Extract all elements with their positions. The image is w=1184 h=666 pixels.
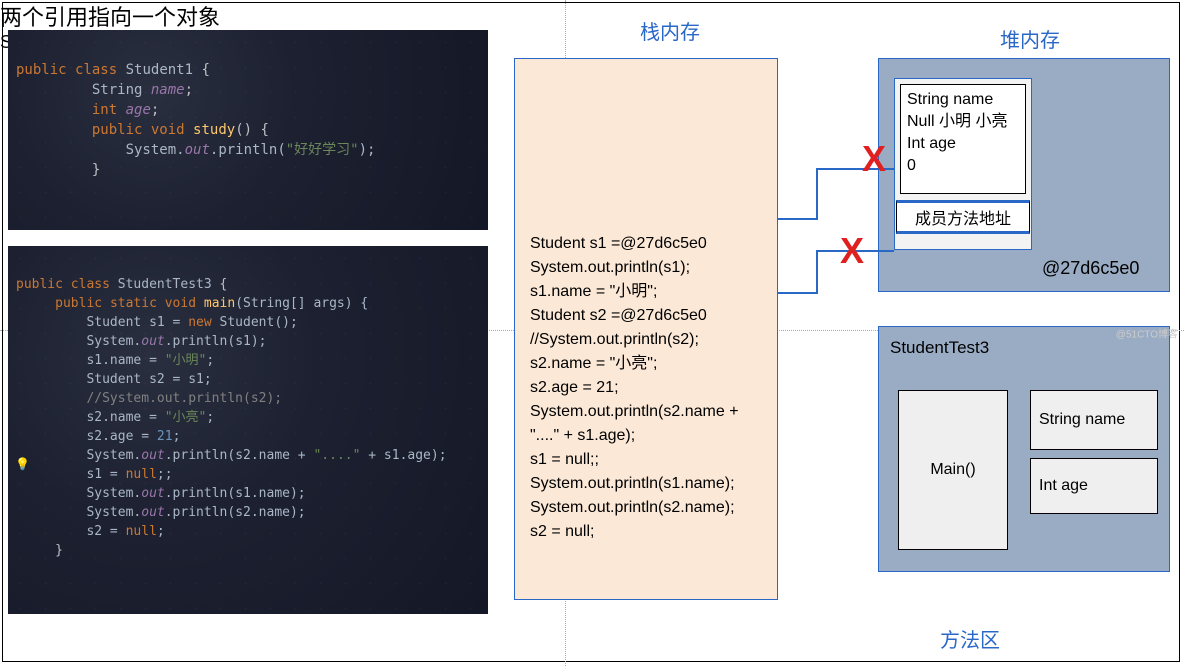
method-area-title: 方法区 [940,624,1000,653]
stack-content: Student s1 =@27d6c5e0 System.out.println… [530,208,739,544]
stack-title: 栈内存 [640,16,700,45]
lightbulb-icon: 💡 [15,457,30,471]
student-object-fields: String name Null 小明 小亮 Int age 0 [900,84,1026,194]
object-address: @27d6c5e0 [1042,258,1139,279]
code-block-student1: public class Student1 { String name; int… [8,30,488,230]
x-mark-1: X [862,138,886,180]
heap-title: 堆内存 [1000,24,1060,53]
watermark: @51CTO博客 [1116,326,1178,341]
conn-s1-v1 [816,168,818,220]
method-area-classname: StudentTest3 [890,338,989,358]
field-string-name: String name [1030,390,1158,450]
method-address-box: 成员方法地址 [896,200,1030,234]
code-block-studenttest3: public class StudentTest3 { public stati… [8,246,488,614]
conn-s2-h1 [778,292,818,294]
main-method-box: Main() [898,390,1008,550]
x-mark-2: X [840,230,864,272]
field-int-age: Int age [1030,458,1158,514]
conn-s2-v1 [816,250,818,294]
conn-s1-h1 [778,218,818,220]
